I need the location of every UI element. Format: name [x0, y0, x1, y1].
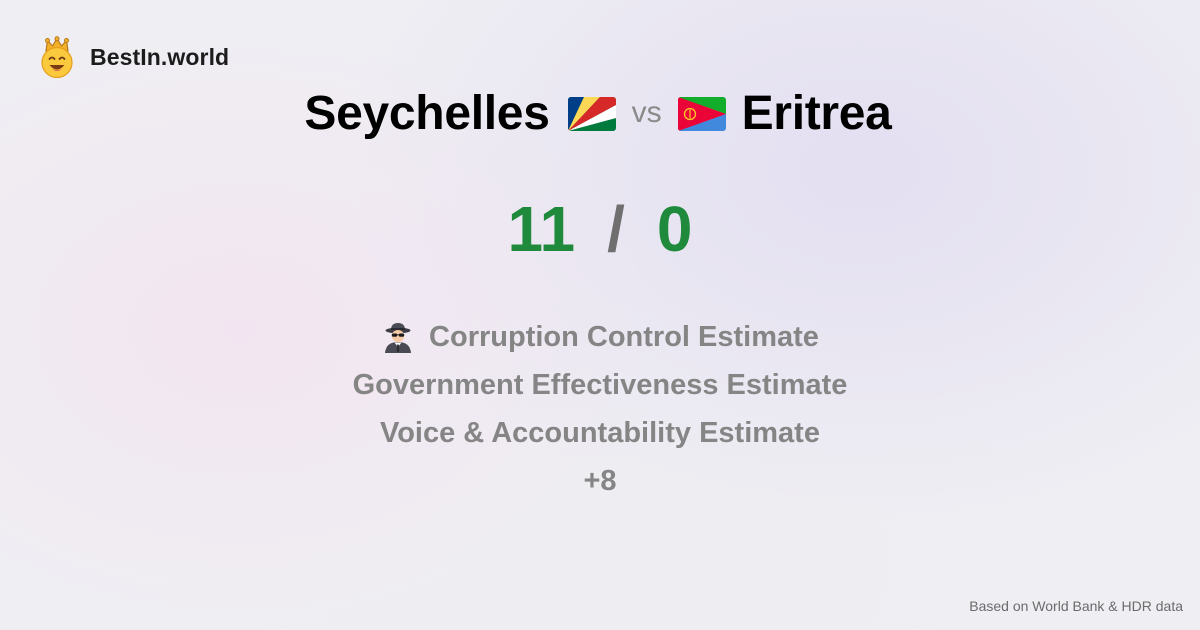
list-item[interactable]: Corruption Control Estimate [381, 313, 819, 361]
country-b-name[interactable]: Eritrea [742, 86, 892, 141]
list-item[interactable]: Voice & Accountability Estimate [380, 409, 820, 457]
spy-detective-icon [385, 323, 412, 353]
score-display: 11 / 0 [0, 192, 1200, 266]
data-source-note: Based on World Bank & HDR data [969, 598, 1183, 614]
vs-label: vs [631, 95, 662, 129]
brand[interactable]: BestIn.world [38, 36, 229, 78]
seychelles-flag-icon [567, 96, 616, 131]
brand-name: BestIn.world [90, 43, 230, 70]
eritrea-flag-icon [677, 96, 726, 131]
metric-label: Voice & Accountability Estimate [380, 416, 820, 449]
metric-label: Corruption Control Estimate [429, 320, 819, 353]
score-a: 11 [507, 193, 576, 265]
score-b: 0 [656, 193, 693, 265]
country-a-name[interactable]: Seychelles [304, 86, 549, 141]
comparison-title: Seychelles vs Eritrea [0, 86, 1200, 141]
smiling-face-with-crown-icon [41, 36, 73, 78]
list-item[interactable]: Government Effectiveness Estimate [353, 361, 848, 409]
score-separator: / [607, 193, 625, 265]
more-metrics-count[interactable]: +8 [583, 457, 616, 505]
metric-label: Government Effectiveness Estimate [352, 368, 848, 401]
metrics-list: Corruption Control Estimate Government E… [0, 313, 1200, 505]
